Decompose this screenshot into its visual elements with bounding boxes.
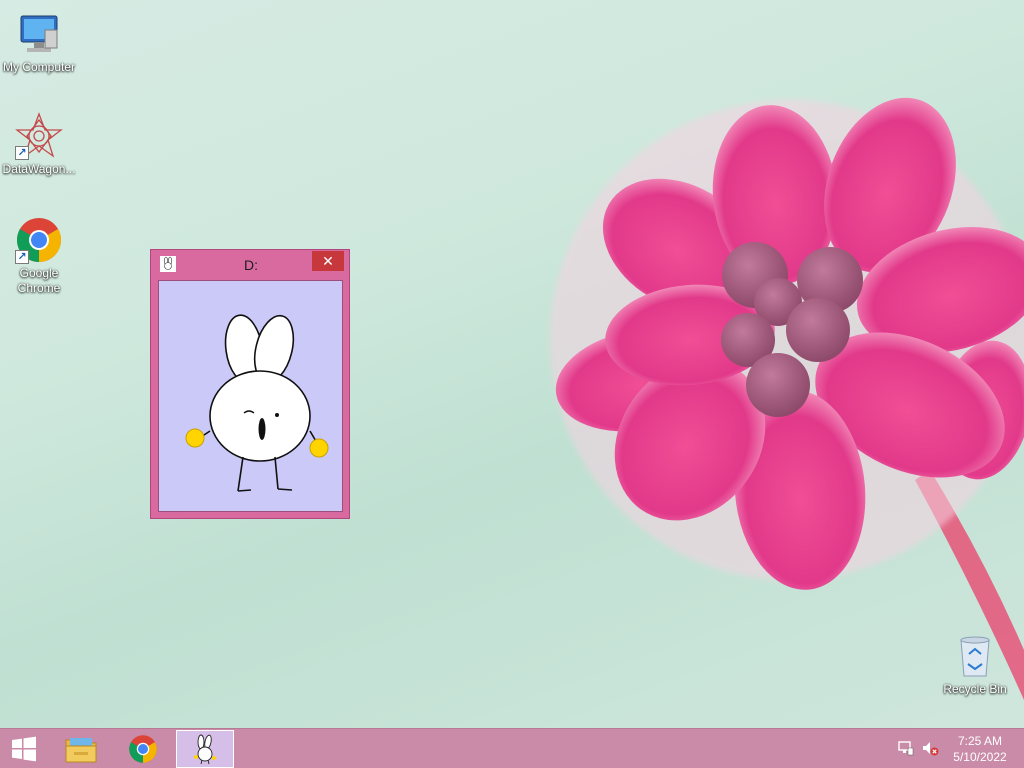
desktop-icon-label: Recycle Bin — [943, 682, 1007, 696]
bunny-icon — [194, 734, 216, 765]
window-titlebar[interactable]: D: ✕ — [151, 250, 349, 278]
taskbar-file-explorer[interactable] — [52, 730, 110, 768]
shortcut-arrow-icon: ↗ — [15, 250, 29, 264]
shortcut-arrow-icon: ↗ — [15, 146, 29, 160]
recycle-bin-icon — [951, 632, 999, 680]
speaker-muted-icon[interactable] — [921, 739, 939, 757]
desktop-icon-label: Google Chrome — [17, 266, 61, 295]
desktop-icon-google-chrome[interactable]: ↗ Google Chrome — [0, 216, 78, 296]
desktop-icon-datawagon[interactable]: ↗ DataWagon... — [0, 112, 78, 177]
desktop-icon-my-computer[interactable]: My Computer — [0, 10, 78, 75]
network-icon[interactable] — [897, 739, 915, 757]
bunny-icon — [160, 256, 176, 272]
close-button[interactable]: ✕ — [312, 251, 344, 271]
desktop-icon-label: My Computer — [2, 60, 76, 74]
window-title: D: — [244, 257, 258, 273]
folder-icon — [65, 738, 97, 763]
taskbar-clock[interactable]: 7:25 AM 5/10/2022 — [948, 733, 1012, 765]
datawagon-icon: ↗ — [15, 112, 63, 160]
desktop-icon-label: DataWagon... — [2, 162, 76, 176]
clock-date: 5/10/2022 — [953, 750, 1007, 764]
chrome-icon — [129, 735, 157, 763]
chrome-icon: ↗ — [15, 216, 63, 264]
taskbar — [0, 728, 1024, 768]
bunny-app-window[interactable]: D: ✕ — [150, 249, 350, 519]
start-button[interactable] — [0, 730, 48, 768]
clock-time: 7:25 AM — [957, 734, 1003, 748]
computer-icon — [15, 10, 63, 58]
taskbar-google-chrome[interactable] — [114, 730, 172, 768]
taskbar-bunny-app[interactable] — [176, 730, 234, 768]
bunny-drawing — [185, 314, 329, 492]
windows-start-icon — [12, 736, 36, 762]
window-client-area — [158, 280, 343, 512]
desktop-icon-recycle-bin[interactable]: Recycle Bin — [936, 632, 1014, 697]
desktop: My Computer ↗ DataWagon... ↗ Google Chro… — [0, 0, 1024, 728]
